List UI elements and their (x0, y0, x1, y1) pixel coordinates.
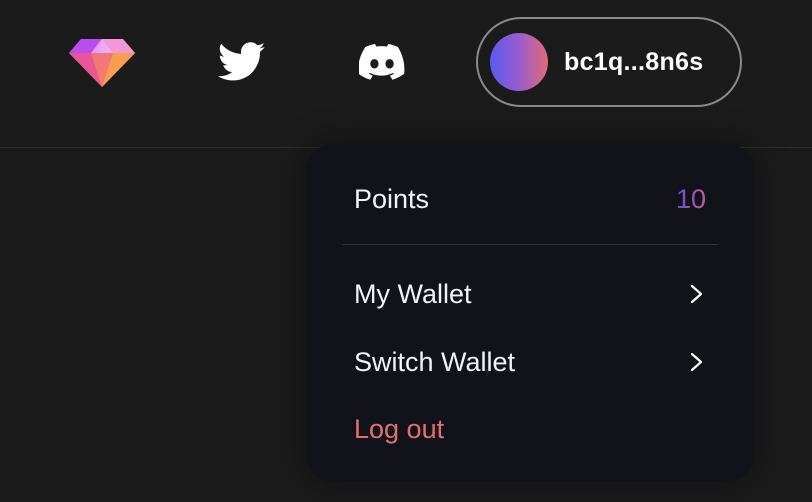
chevron-right-icon (686, 283, 708, 305)
menu-item-my-wallet[interactable]: My Wallet (354, 274, 706, 314)
twitter-icon (218, 42, 266, 81)
wallet-button[interactable]: bc1q...8n6s (476, 17, 742, 107)
wallet-avatar (490, 33, 548, 91)
discord-link[interactable] (347, 35, 417, 89)
top-navbar: bc1q...8n6s (0, 0, 812, 148)
discord-icon (359, 44, 405, 80)
menu-item-log-out[interactable]: Log out (354, 409, 706, 449)
menu-item-label: Switch Wallet (354, 346, 516, 377)
logout-label: Log out (354, 413, 445, 444)
home-logo-button[interactable] (67, 35, 137, 89)
menu-divider (342, 244, 718, 245)
points-label: Points (354, 183, 430, 214)
page: bc1q...8n6s Points 10 My Wallet Switch W… (0, 0, 812, 502)
gem-icon (69, 39, 135, 87)
twitter-link[interactable] (207, 35, 277, 89)
points-row: Points 10 (354, 179, 706, 219)
menu-item-label: My Wallet (354, 278, 472, 309)
points-value: 10 (675, 183, 706, 214)
chevron-right-icon (686, 351, 708, 373)
wallet-address: bc1q...8n6s (564, 47, 704, 76)
menu-item-switch-wallet[interactable]: Switch Wallet (354, 342, 706, 382)
wallet-dropdown-menu: Points 10 My Wallet Switch Wallet Log ou… (306, 144, 754, 482)
